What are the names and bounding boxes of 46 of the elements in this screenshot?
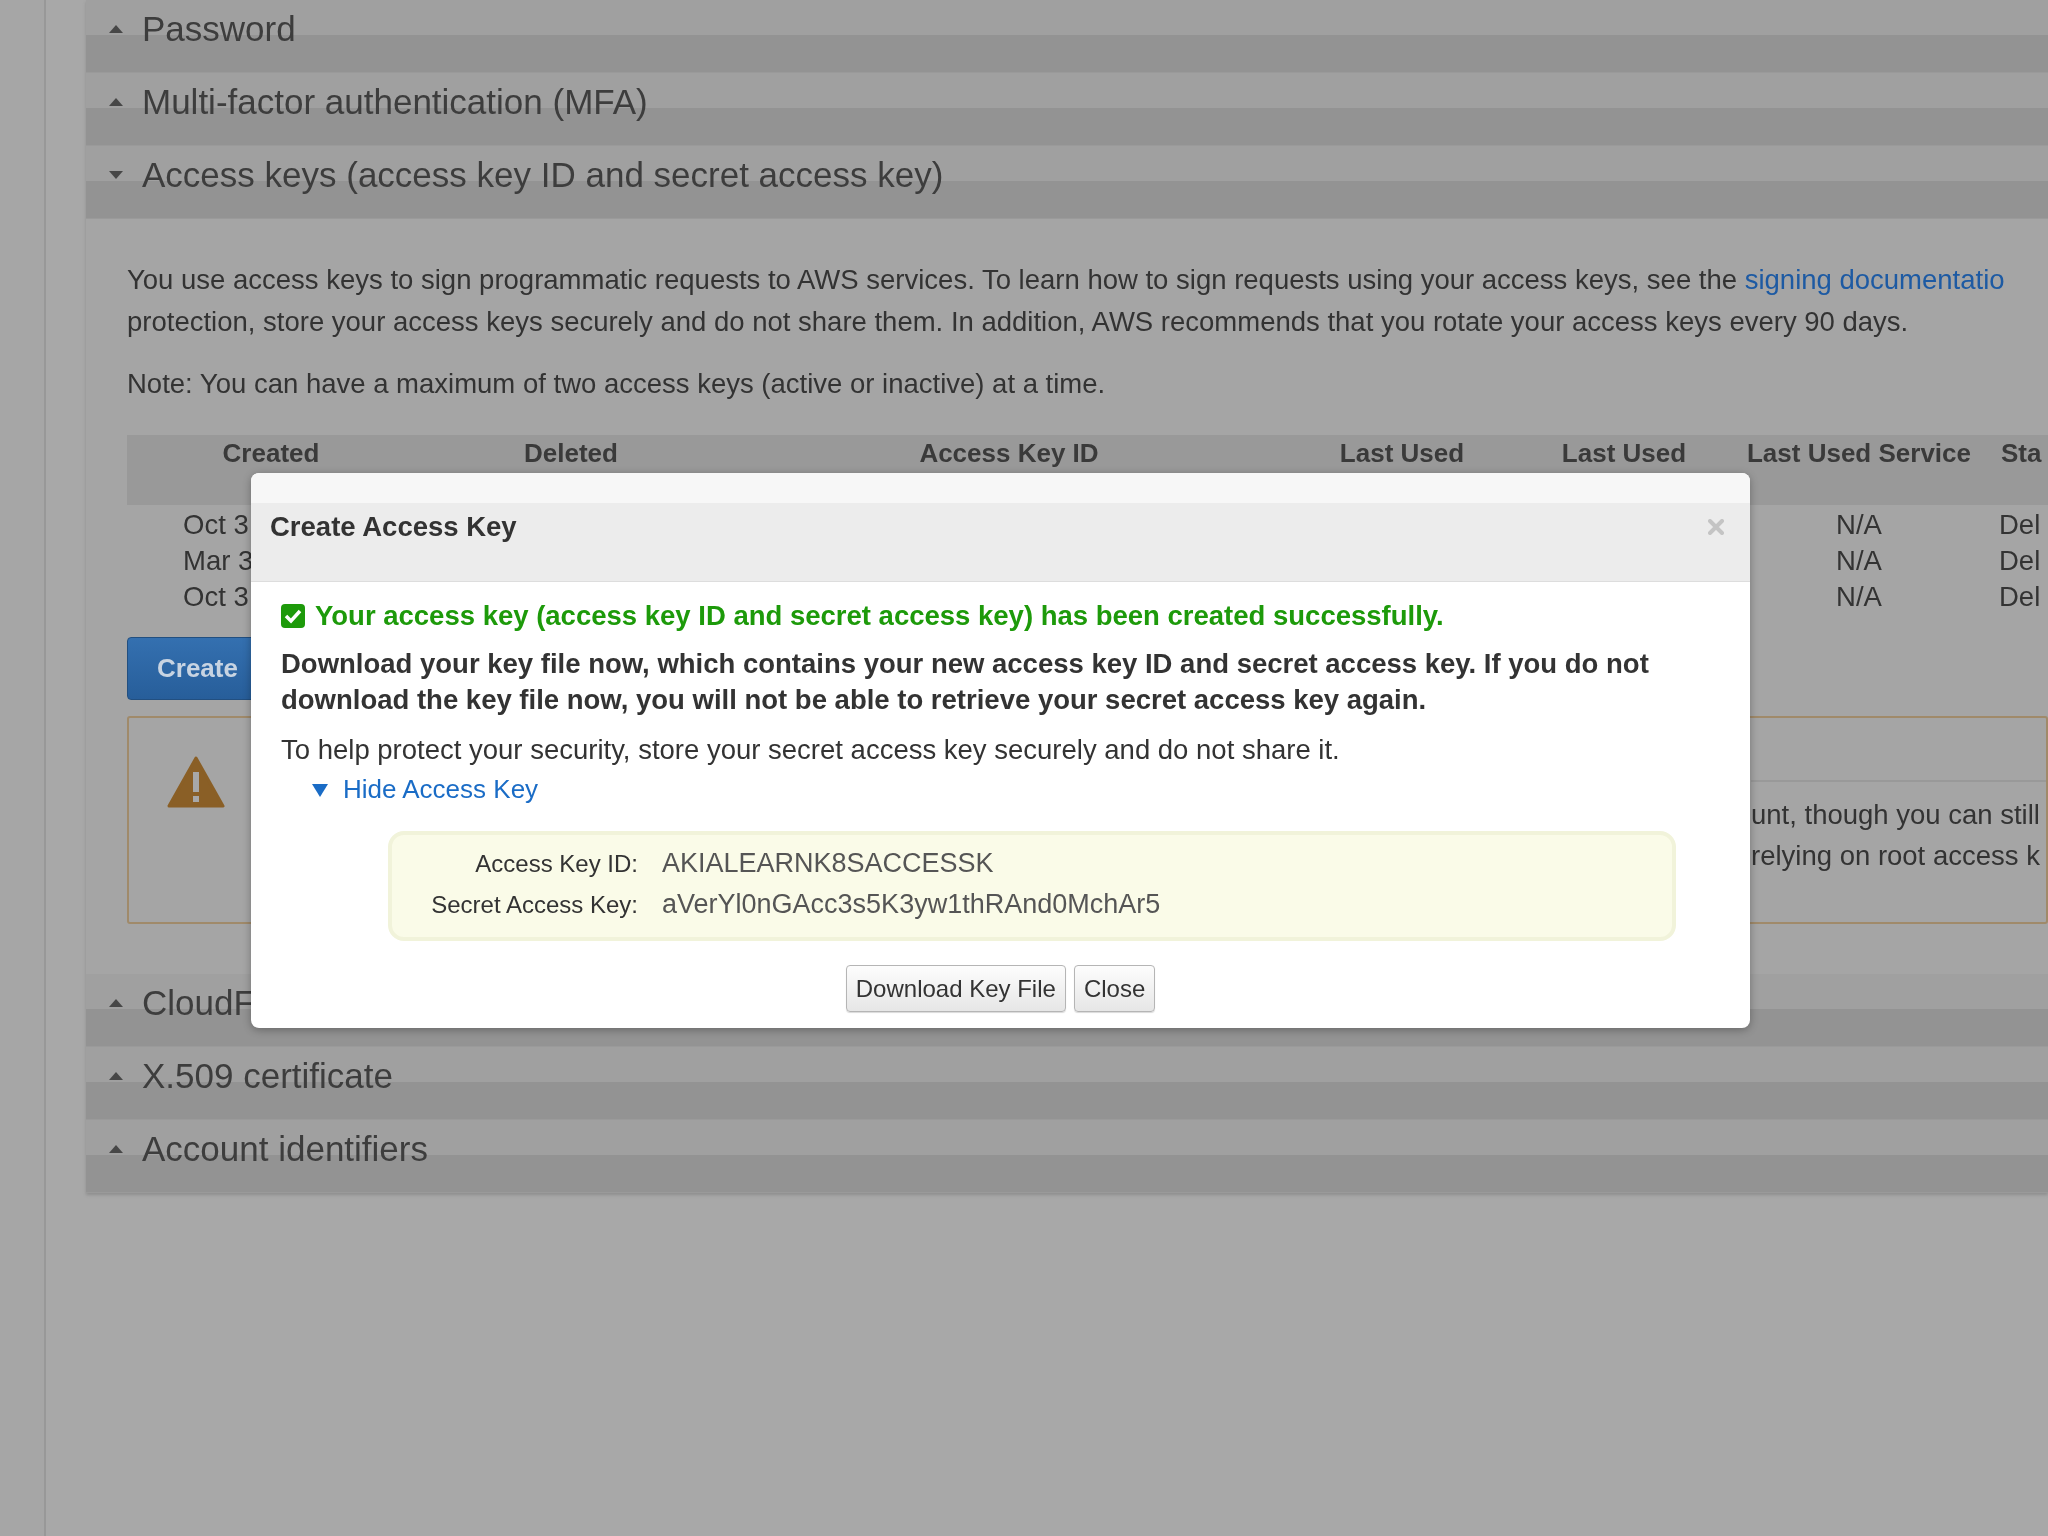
caret-down-icon (108, 170, 124, 180)
table-cell-text: Del (1999, 544, 2041, 578)
close-icon[interactable] (1708, 519, 1724, 535)
section-header[interactable]: X.509 certificate (86, 1047, 2048, 1120)
dialog-title: Create Access Key (270, 511, 518, 543)
field-label: Access Key ID: (474, 849, 638, 879)
table-cell-text: Oct 3 (183, 580, 249, 614)
column-header: Deleted (523, 437, 619, 469)
caret-up-icon (108, 1144, 124, 1154)
field-value: AKIALEARNK8SACCESSK (662, 847, 995, 880)
table-cell-text: Del (1999, 508, 2041, 542)
warning-text: relying on root access k (1751, 839, 2041, 873)
field-value: aVerYl0nGAcc3s5K3yw1thRAnd0MchAr5 (662, 888, 1162, 921)
warning-text: unt, though you can still (1751, 798, 2041, 832)
section-header[interactable]: Access keys (access key ID and secret access key) (86, 146, 2048, 219)
close-button[interactable]: Close (1073, 965, 1156, 1012)
table-cell-text: Oct 3 (183, 508, 249, 542)
table-cell-text: N/A (1836, 508, 1882, 542)
caret-up-icon (108, 998, 124, 1008)
triangle-down-icon (311, 781, 329, 798)
table-cell-text: N/A (1836, 580, 1882, 614)
section-header[interactable]: Multi-factor authentication (MFA) (86, 73, 2048, 146)
column-header: Last Used Service (1746, 437, 1972, 469)
caret-up-icon (108, 97, 124, 107)
table-cell-text: Del (1999, 580, 2041, 614)
column-header: Access Key ID (918, 437, 1100, 469)
column-header: Last Used (1560, 437, 1688, 469)
download-key-file-button[interactable]: Download Key File (845, 965, 1066, 1012)
success-message: Your access key (access key ID and secret access key) has been created successfully. (315, 600, 1444, 632)
intro-text: You use access keys to sign programmatic requests to AWS services. To learn how to sign requests using your access keys, see the (127, 264, 1738, 295)
section-header[interactable]: Password (86, 0, 2048, 73)
caret-up-icon (108, 24, 124, 34)
column-header: Last Used (1338, 437, 1466, 469)
field-label: Secret Access Key: (430, 890, 638, 920)
signing-documentation-link[interactable]: signing documentatio (1744, 264, 2005, 295)
warning-icon (167, 756, 225, 808)
section-header[interactable]: Account identifiers (86, 1120, 2048, 1193)
caret-up-icon (108, 1071, 124, 1081)
note-text: Note: You can have a maximum of two access keys (active or inactive) at a time. (127, 367, 1107, 401)
column-header: Created (221, 437, 321, 469)
table-cell-text: N/A (1836, 544, 1882, 578)
column-header: Sta (2000, 437, 2043, 469)
intro-text: protection, store your access keys securely and do not share them. In addition, AWS recommends that you rotate your access keys every 90 days. (127, 305, 1910, 339)
hide-access-key-link[interactable]: Hide Access Key (311, 774, 539, 805)
security-note: To help protect your security, store your secret access key securely and do not share it. (281, 733, 1341, 767)
checkbox-check-icon (281, 604, 305, 628)
